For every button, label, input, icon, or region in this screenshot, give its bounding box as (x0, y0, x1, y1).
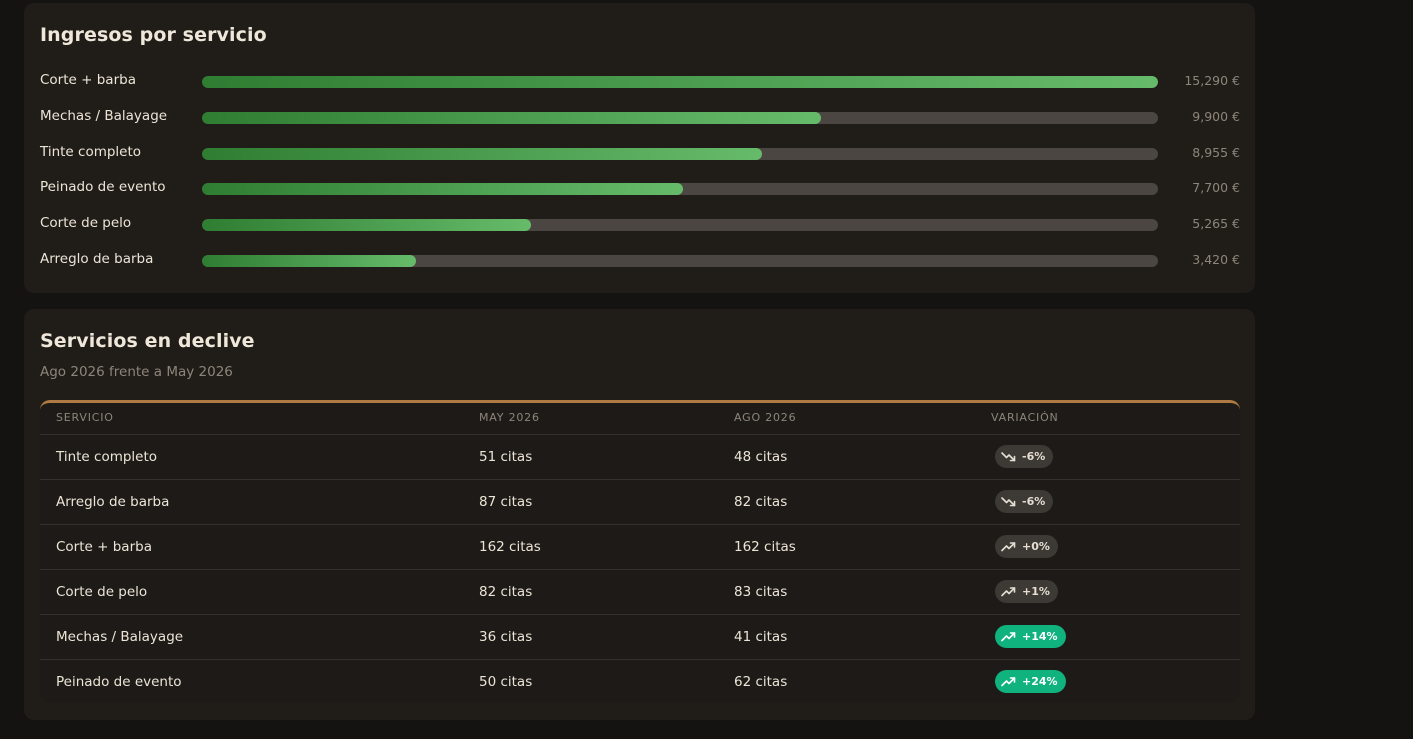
revenue-bar-track (202, 255, 1158, 267)
column-header-variation[interactable]: VARIACIÓN (991, 411, 1059, 424)
revenue-bar-value: 15,290 € (1184, 73, 1240, 88)
table-row[interactable]: Mechas / Balayage 36 citas 41 citas +14% (40, 615, 1240, 660)
revenue-bar-fill (202, 147, 762, 160)
revenue-bar-row: Corte + barba 15,290 € (40, 70, 1240, 92)
revenue-by-service-card: Ingresos por servicio Corte + barba 15,29… (24, 3, 1255, 293)
revenue-bar-value: 8,955 € (1192, 144, 1240, 160)
variation-value: +14% (1022, 630, 1058, 643)
variation-value: +0% (1022, 540, 1050, 553)
cell-service: Corte + barba (56, 539, 152, 555)
cell-service: Mechas / Balayage (56, 629, 184, 645)
revenue-bar-track (202, 76, 1158, 88)
decline-table: SERVICIO MAY 2026 AGO 2026 VARIACIÓN Tin… (40, 400, 1240, 703)
variation-badge: +1% (995, 580, 1058, 603)
cell-ago-count: 83 citas (734, 584, 788, 600)
trending-up-icon (1001, 541, 1022, 552)
revenue-bar-row: Peinado de evento 7,700 € (40, 177, 1240, 199)
revenue-bar-label: Mechas / Balayage (40, 107, 168, 124)
decline-card-title: Servicios en declive (40, 330, 255, 352)
revenue-bar-value: 7,700 € (1192, 180, 1240, 196)
cell-may-count: 51 citas (479, 449, 533, 465)
decline-card-subtitle: Ago 2026 frente a May 2026 (40, 364, 233, 380)
revenue-bar-row: Arreglo de barba 3,420 € (40, 249, 1240, 271)
revenue-bar-value: 5,265 € (1192, 216, 1240, 232)
cell-service: Peinado de evento (56, 674, 182, 690)
revenue-card-title: Ingresos por servicio (40, 24, 267, 46)
cell-ago-count: 162 citas (734, 539, 796, 555)
table-row[interactable]: Tinte completo 51 citas 48 citas -6% (40, 435, 1240, 480)
revenue-bar-fill (202, 111, 821, 124)
variation-value: -6% (1022, 450, 1046, 463)
table-row[interactable]: Corte de pelo 82 citas 83 citas +1% (40, 570, 1240, 615)
revenue-bar-track (202, 183, 1158, 196)
trending-up-icon (1001, 586, 1022, 597)
trending-up-icon (1001, 631, 1022, 642)
revenue-bar-label: Corte de pelo (40, 215, 132, 232)
column-header-service[interactable]: SERVICIO (56, 411, 114, 424)
revenue-bar-label: Arreglo de barba (40, 251, 154, 267)
revenue-bar-value: 9,900 € (1192, 108, 1240, 124)
revenue-bar-fill (202, 255, 416, 267)
cell-may-count: 87 citas (479, 494, 533, 510)
variation-badge: +14% (995, 625, 1066, 648)
variation-value: +24% (1022, 675, 1058, 688)
table-row[interactable]: Peinado de evento 50 citas 62 citas +24% (40, 660, 1240, 703)
revenue-bar-fill (202, 219, 532, 232)
table-header-row: SERVICIO MAY 2026 AGO 2026 VARIACIÓN (40, 403, 1240, 435)
cell-may-count: 50 citas (479, 674, 533, 690)
revenue-bar-track (202, 111, 1158, 124)
cell-may-count: 36 citas (479, 629, 533, 645)
cell-ago-count: 62 citas (734, 674, 788, 690)
variation-value: +1% (1022, 585, 1050, 598)
cell-service: Corte de pelo (56, 584, 148, 600)
cell-may-count: 162 citas (479, 539, 541, 555)
revenue-bar-fill (202, 76, 1158, 88)
cell-ago-count: 41 citas (734, 629, 788, 645)
revenue-bar-row: Corte de pelo 5,265 € (40, 213, 1240, 235)
revenue-bar-track (202, 147, 1158, 160)
cell-ago-count: 48 citas (734, 449, 788, 465)
revenue-bar-label: Corte + barba (40, 72, 136, 88)
trending-down-icon (1001, 496, 1022, 507)
revenue-bar-value: 3,420 € (1192, 252, 1240, 267)
declining-services-card: Servicios en declive Ago 2026 frente a M… (24, 309, 1255, 720)
revenue-bar-fill (202, 183, 684, 196)
trending-down-icon (1001, 451, 1022, 462)
column-header-ago[interactable]: AGO 2026 (734, 411, 796, 424)
table-row[interactable]: Corte + barba 162 citas 162 citas +0% (40, 525, 1240, 570)
trending-up-icon (1001, 676, 1022, 687)
column-header-may[interactable]: MAY 2026 (479, 411, 540, 424)
variation-badge: +0% (995, 535, 1058, 558)
cell-service: Tinte completo (56, 449, 158, 465)
revenue-bar-label: Peinado de evento (40, 179, 166, 196)
revenue-bar-label: Tinte completo (40, 143, 142, 160)
cell-may-count: 82 citas (479, 584, 533, 600)
variation-value: -6% (1022, 495, 1046, 508)
cell-ago-count: 82 citas (734, 494, 788, 510)
variation-badge: -6% (995, 445, 1054, 468)
table-row[interactable]: Arreglo de barba 87 citas 82 citas -6% (40, 480, 1240, 525)
revenue-bar-row: Mechas / Balayage 9,900 € (40, 106, 1240, 128)
revenue-bar-track (202, 219, 1158, 232)
revenue-bar-row: Tinte completo 8,955 € (40, 142, 1240, 164)
variation-badge: +24% (995, 670, 1066, 693)
cell-service: Arreglo de barba (56, 494, 170, 510)
variation-badge: -6% (995, 490, 1054, 513)
